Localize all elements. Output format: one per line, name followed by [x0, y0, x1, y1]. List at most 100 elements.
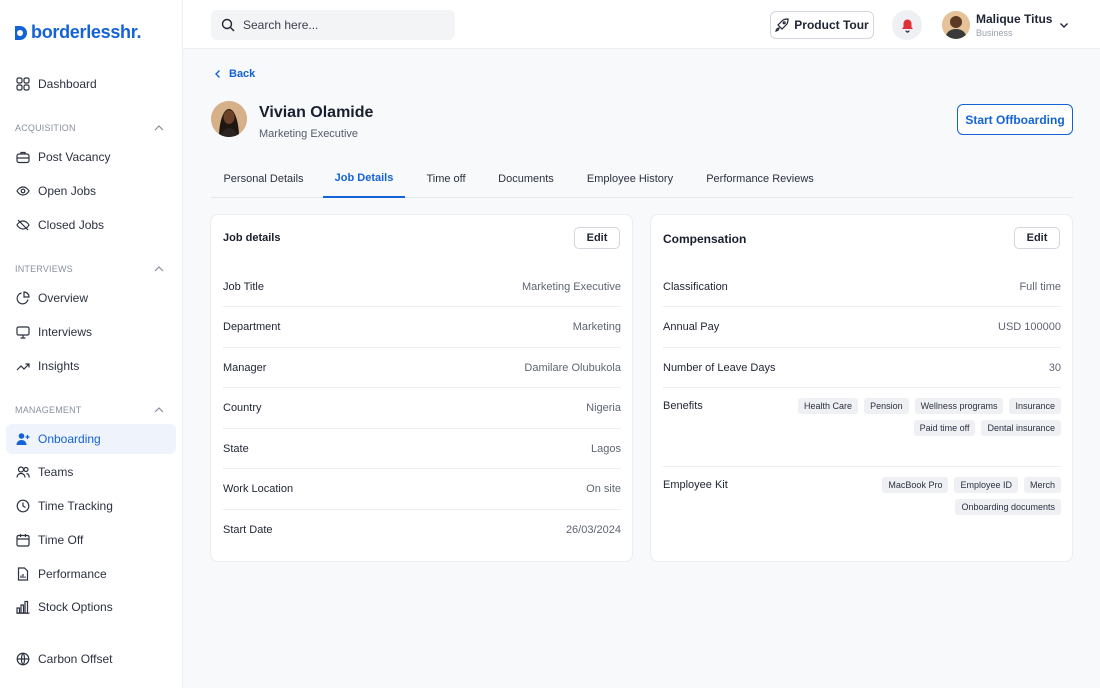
sidebar-item-label: Carbon Offset [38, 652, 113, 666]
section-acquisition[interactable]: ACQUISITION [15, 122, 165, 134]
chevron-up-icon [154, 407, 164, 413]
pie-chart-icon [16, 291, 30, 305]
sidebar-item-time-tracking[interactable]: Time Tracking [6, 491, 176, 521]
row-value: Marketing Executive [521, 281, 621, 293]
kit-chip: Onboarding documents [955, 499, 1061, 515]
row-value: Nigeria [586, 402, 621, 414]
employee-avatar [211, 101, 247, 137]
detail-row-manager: Manager Damilare Olubukola [223, 348, 621, 388]
sidebar-item-onboarding[interactable]: Onboarding [6, 424, 176, 454]
sidebar-item-time-off[interactable]: Time Off [6, 525, 176, 555]
sidebar-item-post-vacancy[interactable]: Post Vacancy [6, 142, 176, 172]
eye-icon [16, 186, 30, 196]
sidebar-item-teams[interactable]: Teams [6, 457, 176, 487]
benefits-chips: Health Care Pension Wellness programs In… [731, 398, 1061, 436]
app-logo[interactable]: borderlesshr. [12, 22, 141, 43]
sidebar-item-dashboard[interactable]: Dashboard [6, 69, 176, 99]
logo-icon [15, 25, 27, 40]
sidebar-item-label: Performance [38, 567, 107, 581]
grid-icon [16, 77, 30, 91]
search-box[interactable] [211, 10, 455, 40]
job-details-card: Job details Edit Job Title Marketing Exe… [210, 214, 633, 562]
comp-row-benefits: Benefits Health Care Pension Wellness pr… [663, 388, 1061, 467]
sidebar-item-performance[interactable]: Performance [6, 559, 176, 589]
sidebar-item-label: Interviews [38, 325, 93, 339]
sidebar-item-interviews[interactable]: Interviews [6, 317, 176, 347]
product-tour-label: Product Tour [794, 18, 869, 32]
row-value: Damilare Olubukola [524, 362, 621, 374]
detail-row-country: Country Nigeria [223, 388, 621, 429]
tab-documents[interactable]: Documents [491, 160, 561, 198]
row-label: Country [223, 402, 262, 414]
sidebar-item-open-jobs[interactable]: Open Jobs [6, 176, 176, 206]
product-tour-button[interactable]: Product Tour [770, 11, 874, 39]
tab-performance-reviews[interactable]: Performance Reviews [697, 160, 823, 198]
calendar-icon [16, 534, 30, 547]
detail-row-department: Department Marketing [223, 307, 621, 348]
sidebar-item-label: Closed Jobs [38, 218, 105, 232]
users-icon [16, 466, 30, 478]
edit-job-details-button[interactable]: Edit [574, 227, 620, 249]
section-management[interactable]: MANAGEMENT [15, 404, 165, 416]
briefcase-icon [16, 151, 30, 164]
sidebar-item-closed-jobs[interactable]: Closed Jobs [6, 210, 176, 240]
section-title: MANAGEMENT [15, 405, 82, 415]
user-avatar-image [942, 11, 970, 39]
tab-job-details[interactable]: Job Details [323, 160, 405, 198]
benefit-chip: Insurance [1009, 398, 1061, 414]
globe-icon [16, 652, 30, 666]
sidebar-item-carbon-offset[interactable]: Carbon Offset [6, 644, 176, 674]
comp-row-leave-days: Number of Leave Days 30 [663, 348, 1061, 388]
sidebar: borderlesshr. Dashboard ACQUISITION Post… [0, 0, 183, 688]
row-label: Benefits [663, 400, 703, 412]
sidebar-item-label: Teams [38, 465, 74, 479]
chevron-down-icon[interactable] [1057, 18, 1071, 32]
benefit-chip: Health Care [798, 398, 859, 414]
sidebar-item-label: Dashboard [38, 77, 97, 91]
kit-chip: Merch [1023, 477, 1061, 493]
row-label: Department [223, 321, 281, 333]
row-value: USD 100000 [998, 321, 1061, 333]
sidebar-item-label: Onboarding [38, 432, 101, 446]
user-plus-icon [16, 433, 30, 445]
chevron-left-icon [215, 70, 220, 78]
chevron-up-icon [154, 125, 164, 131]
row-value: On site [586, 483, 621, 495]
sidebar-item-label: Open Jobs [38, 184, 97, 198]
row-label: Start Date [223, 524, 273, 536]
sidebar-item-insights[interactable]: Insights [6, 351, 176, 381]
clock-icon [16, 499, 30, 513]
sidebar-item-label: Insights [38, 359, 80, 373]
row-value: Marketing [572, 321, 621, 333]
chevron-up-icon [154, 266, 164, 272]
monitor-icon [16, 326, 30, 339]
section-interviews[interactable]: INTERVIEWS [15, 263, 165, 275]
sidebar-item-stock-options[interactable]: Stock Options [6, 592, 176, 622]
kit-chip: Employee ID [954, 477, 1018, 493]
start-offboarding-button[interactable]: Start Offboarding [957, 104, 1073, 135]
tab-employee-history[interactable]: Employee History [578, 160, 682, 198]
compensation-card: Compensation Edit Classification Full ti… [650, 214, 1073, 562]
rocket-icon [775, 18, 789, 32]
notifications-button[interactable] [892, 10, 922, 40]
row-value: 30 [1048, 362, 1061, 374]
detail-row-job-title: Job Title Marketing Executive [223, 267, 621, 307]
user-avatar[interactable] [942, 11, 970, 39]
benefit-chip: Pension [864, 398, 909, 414]
detail-row-work-location: Work Location On site [223, 469, 621, 510]
sidebar-item-overview[interactable]: Overview [6, 283, 176, 313]
row-label: Annual Pay [663, 321, 720, 333]
row-label: Employee Kit [663, 479, 728, 491]
benefit-chip: Dental insurance [981, 420, 1061, 436]
user-name[interactable]: Malique Titus [976, 12, 1052, 26]
logo-text: borderlesshr. [31, 22, 142, 42]
detail-row-state: State Lagos [223, 429, 621, 469]
back-link[interactable]: Back [213, 68, 255, 80]
tab-time-off[interactable]: Time off [416, 160, 476, 198]
profile-tabs: Personal Details Job Details Time off Do… [211, 160, 1073, 198]
row-label: Manager [223, 362, 267, 374]
employee-avatar-image [211, 101, 247, 137]
search-input[interactable] [243, 18, 443, 32]
edit-compensation-button[interactable]: Edit [1014, 227, 1060, 249]
tab-personal-details[interactable]: Personal Details [211, 160, 316, 198]
